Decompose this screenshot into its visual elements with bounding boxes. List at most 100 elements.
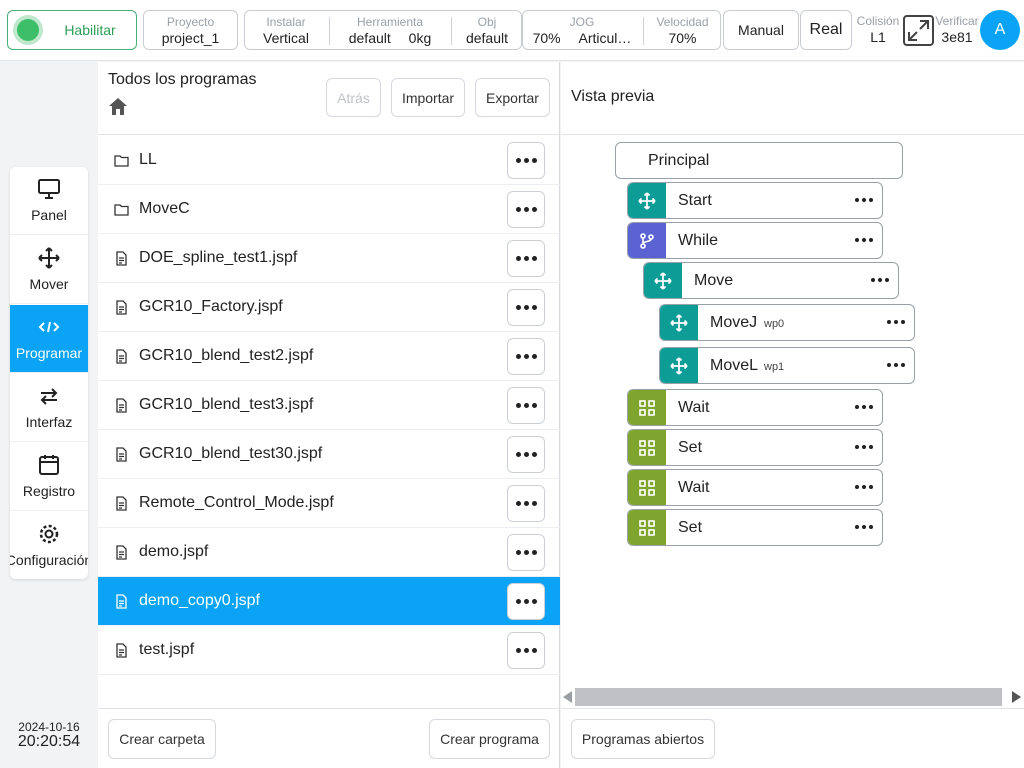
file-row[interactable]: DOE_spline_test1.jspf (98, 234, 560, 283)
node-menu-icon[interactable] (855, 198, 873, 202)
expand-icon[interactable] (903, 15, 934, 46)
enable-label: Habilitar (64, 22, 116, 38)
open-programs-button[interactable]: Programas abiertos (571, 719, 715, 759)
file-icon (114, 496, 129, 511)
file-row[interactable]: LL (98, 136, 560, 185)
nav-item-interface[interactable]: Interfaz (10, 374, 88, 442)
file-row[interactable]: GCR10_blend_test30.jspf (98, 430, 560, 479)
install-tool-obj-group[interactable]: Instalar Vertical Herramienta default 0k… (244, 10, 522, 50)
file-row[interactable]: GCR10_Factory.jspf (98, 283, 560, 332)
node-menu-icon[interactable] (887, 320, 905, 324)
more-options-icon[interactable] (507, 240, 545, 277)
project-selector[interactable]: Proyecto project_1 (143, 10, 238, 50)
collision-indicator[interactable]: Colisión L1 (854, 10, 902, 48)
status-dot-icon (17, 19, 39, 41)
tree-node-label: Move (694, 272, 734, 289)
nav-item-settings[interactable]: Configuración (10, 512, 88, 579)
nav-label-program: Programar (15, 345, 83, 361)
file-name: Remote_Control_Mode.jspf (139, 494, 334, 511)
scroll-right-icon[interactable] (1012, 691, 1021, 703)
node-menu-icon[interactable] (855, 445, 873, 449)
tree-node-move[interactable]: Move (643, 262, 899, 299)
home-icon[interactable] (108, 97, 128, 117)
move-icon (38, 247, 60, 269)
file-row[interactable]: demo_copy0.jspf (98, 577, 560, 626)
enable-button[interactable]: Habilitar (7, 10, 137, 50)
project-value: project_1 (161, 30, 220, 46)
branch-icon (628, 223, 666, 258)
tree-node-wait[interactable]: Wait (627, 389, 883, 426)
node-menu-icon[interactable] (855, 485, 873, 489)
tree-node-label: MoveL (710, 357, 759, 374)
file-icon (114, 251, 129, 266)
file-row[interactable]: demo.jspf (98, 528, 560, 577)
create-folder-button[interactable]: Crear carpeta (108, 719, 216, 759)
jog-value: 70% (532, 30, 561, 46)
export-button[interactable]: Exportar (475, 78, 550, 117)
tree-root-node[interactable]: Principal (615, 142, 903, 179)
code-icon (38, 321, 60, 333)
create-program-button[interactable]: Crear programa (429, 719, 550, 759)
preview-footer: Programas abiertos (561, 708, 1024, 768)
clock-date: 2024-10-16 (18, 720, 80, 734)
verify-indicator[interactable]: Verificar 3e81 (933, 10, 981, 48)
tree-node-set[interactable]: Set (627, 509, 883, 546)
nav-item-log[interactable]: Registro (10, 443, 88, 511)
more-options-icon[interactable] (507, 142, 545, 179)
file-icon (114, 349, 129, 364)
file-icon (114, 398, 129, 413)
jog-mode: Articul… (578, 30, 632, 46)
node-menu-icon[interactable] (855, 405, 873, 409)
tree-node-movej[interactable]: MoveJ wp0 (659, 304, 915, 341)
horizontal-scrollbar[interactable] (561, 686, 1024, 708)
more-options-icon[interactable] (507, 436, 545, 473)
nav-item-panel[interactable]: Panel (10, 167, 88, 235)
nav-label-settings: Configuración (10, 552, 88, 568)
more-options-icon[interactable] (507, 191, 545, 228)
move-icon (660, 348, 698, 383)
manual-mode-button[interactable]: Manual (723, 10, 799, 50)
file-row[interactable]: GCR10_blend_test3.jspf (98, 381, 560, 430)
import-button[interactable]: Importar (391, 78, 465, 117)
scroll-left-icon[interactable] (563, 691, 572, 703)
nav-label-panel: Panel (31, 207, 67, 223)
tree-node-start[interactable]: Start (627, 182, 883, 219)
node-menu-icon[interactable] (871, 278, 889, 282)
scroll-thumb[interactable] (575, 688, 1002, 706)
more-options-icon[interactable] (507, 534, 545, 571)
user-avatar[interactable]: A (980, 10, 1020, 50)
real-mode-button[interactable]: Real (800, 10, 852, 50)
tree-node-label: Wait (678, 399, 710, 416)
side-navigation: Panel Mover Programar Interfaz Registro … (10, 167, 88, 579)
nav-item-move[interactable]: Mover (10, 236, 88, 304)
jog-speed-group[interactable]: JOG 70% Articul… Velocidad 70% (522, 10, 721, 50)
more-options-icon[interactable] (507, 338, 545, 375)
node-menu-icon[interactable] (855, 238, 873, 242)
more-options-icon[interactable] (507, 632, 545, 669)
nav-item-program[interactable]: Programar (10, 305, 88, 373)
node-menu-icon[interactable] (855, 525, 873, 529)
tree-node-set[interactable]: Set (627, 429, 883, 466)
more-options-icon[interactable] (507, 583, 545, 620)
more-options-icon[interactable] (507, 485, 545, 522)
file-icon (114, 300, 129, 315)
file-row[interactable]: GCR10_blend_test2.jspf (98, 332, 560, 381)
file-panel-header: Todos los programas Atrás Importar Expor… (98, 62, 560, 135)
tree-node-while[interactable]: While (627, 222, 883, 259)
tree-node-wait[interactable]: Wait (627, 469, 883, 506)
obj-value: default (465, 30, 509, 46)
more-options-icon[interactable] (507, 387, 545, 424)
more-options-icon[interactable] (507, 289, 545, 326)
jog-label: JOG (569, 15, 595, 29)
node-menu-icon[interactable] (887, 363, 905, 367)
preview-title: Vista previa (571, 88, 655, 105)
file-icon (114, 545, 129, 560)
file-row[interactable]: test.jspf (98, 626, 560, 675)
file-name: LL (139, 151, 157, 168)
back-button[interactable]: Atrás (326, 78, 381, 117)
monitor-icon (38, 179, 60, 199)
file-icon (114, 447, 129, 462)
file-row[interactable]: Remote_Control_Mode.jspf (98, 479, 560, 528)
file-row[interactable]: MoveC (98, 185, 560, 234)
tree-node-movel[interactable]: MoveL wp1 (659, 347, 915, 384)
